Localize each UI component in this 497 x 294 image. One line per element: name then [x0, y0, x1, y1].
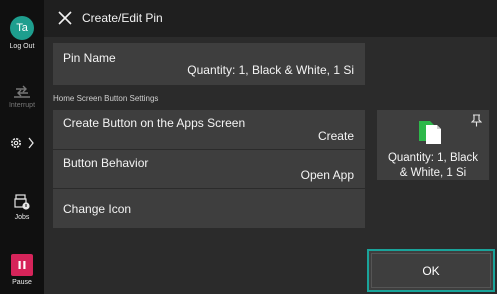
pause-icon: [11, 254, 33, 276]
pause-button[interactable]: Pause: [0, 254, 44, 286]
preview-text-line2: & White, 1 Si: [399, 167, 467, 179]
create-button-value: Create: [317, 129, 354, 143]
interrupt-icon: [14, 85, 30, 98]
chevron-right-icon: [28, 137, 34, 149]
pin-name-field[interactable]: Pin Name Quantity: 1, Black & White, 1 S…: [53, 43, 365, 85]
ok-button-inner-border: [371, 253, 491, 288]
create-button-label: Create Button on the Apps Screen: [63, 116, 246, 130]
interrupt-button[interactable]: Interrupt: [0, 83, 44, 109]
jobs-icon: [14, 194, 30, 210]
interrupt-label: Interrupt: [8, 102, 36, 109]
gear-icon: [11, 138, 21, 148]
button-behavior-setting[interactable]: Button Behavior Open App: [53, 150, 365, 188]
page-title: Create/Edit Pin: [82, 11, 163, 25]
pin-icon: [471, 114, 482, 127]
avatar-initials: Ta: [16, 22, 28, 34]
jobs-label: Jobs: [14, 214, 30, 221]
close-icon[interactable]: [57, 10, 73, 26]
change-icon-setting[interactable]: Change Icon: [53, 189, 365, 228]
copy-app-icon: [419, 121, 441, 144]
section-label: Home Screen Button Settings: [53, 94, 159, 103]
logout-label: Log Out: [9, 43, 35, 50]
settings-button[interactable]: [0, 136, 44, 150]
pin-name-value: Quantity: 1, Black & White, 1 Si: [187, 63, 354, 77]
main-panel: Create/Edit Pin Pin Name Quantity: 1, Bl…: [44, 0, 497, 294]
avatar: Ta: [10, 16, 34, 40]
button-behavior-label: Button Behavior: [63, 156, 149, 170]
ok-button[interactable]: OK: [367, 249, 495, 292]
pin-name-label: Pin Name: [63, 51, 116, 65]
create-button-setting[interactable]: Create Button on the Apps Screen Create: [53, 110, 365, 149]
pause-label: Pause: [12, 279, 32, 286]
change-icon-label: Change Icon: [63, 202, 132, 216]
sidebar: Ta Log Out Interrupt Jobs Pause: [0, 0, 44, 294]
logout-button[interactable]: Ta Log Out: [0, 16, 44, 50]
jobs-button[interactable]: Jobs: [0, 193, 44, 221]
preview-text-line1: Quantity: 1, Black: [387, 152, 479, 164]
pin-preview: Quantity: 1, Black & White, 1 Si: [377, 110, 489, 180]
title-bar: Create/Edit Pin: [44, 0, 497, 37]
preview-text: Quantity: 1, Black & White, 1 Si: [377, 151, 489, 181]
button-behavior-value: Open App: [300, 168, 354, 182]
